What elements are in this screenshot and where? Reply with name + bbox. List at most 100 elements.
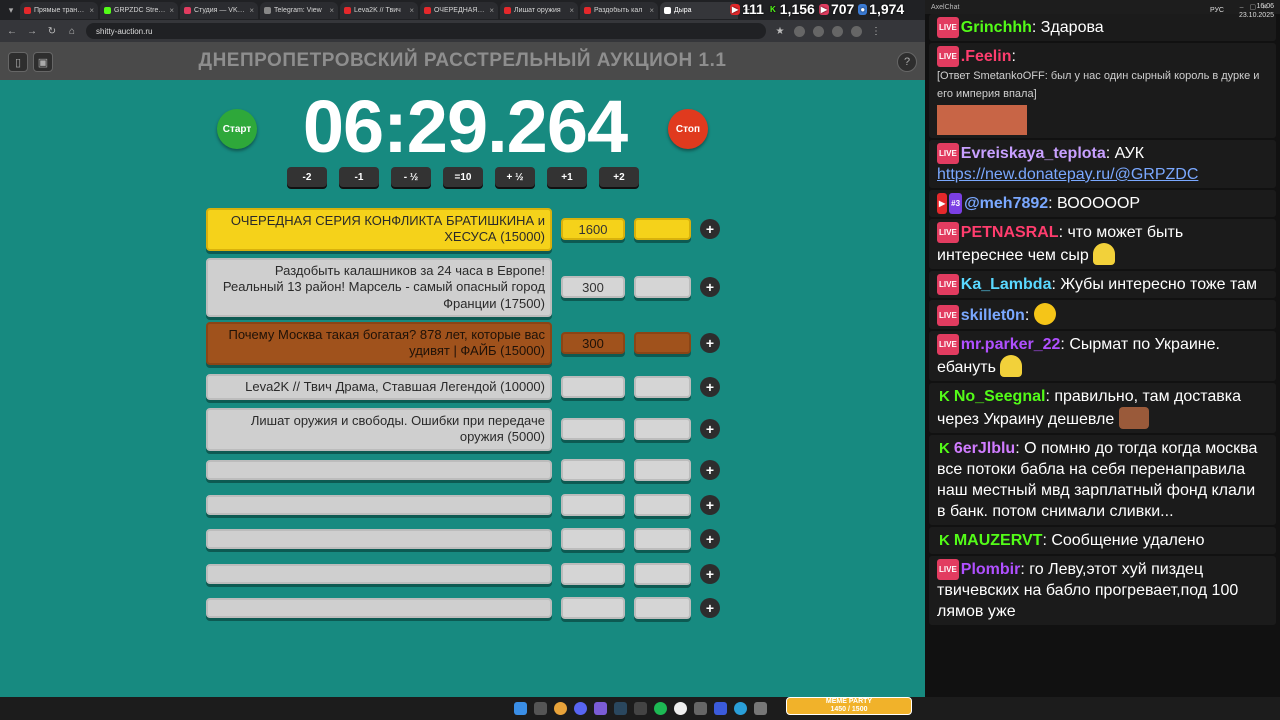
lot-add-amount-field[interactable] [634, 418, 691, 441]
add-amount-button[interactable]: + [700, 277, 720, 298]
tab-close-icon[interactable]: × [489, 6, 494, 15]
chat-nickname[interactable]: No_Seegnal [954, 388, 1046, 405]
discord-icon[interactable] [573, 702, 587, 715]
browser-tab[interactable]: GRPZDC Stream × [100, 1, 178, 19]
chat-nickname[interactable]: Evreiskaya_teplota [961, 145, 1106, 162]
lot-name-field[interactable]: ОЧЕРЕДНАЯ СЕРИЯ КОНФЛИКТА БРАТИШКИНА и Х… [206, 208, 552, 251]
lot-add-amount-field[interactable] [634, 563, 691, 585]
lot-name-field[interactable]: Раздобыть калашников за 24 часа в Европе… [206, 258, 552, 317]
lot-add-amount-field[interactable] [634, 276, 691, 299]
chat-nickname[interactable]: mr.parker_22 [961, 336, 1061, 353]
lot-amount-field[interactable] [561, 528, 625, 550]
steam-icon[interactable] [613, 702, 627, 715]
add-amount-button[interactable]: + [700, 529, 720, 549]
lot-name-field[interactable]: Почему Москва такая богатая? 878 лет, ко… [206, 322, 552, 365]
add-amount-button[interactable]: + [700, 598, 720, 618]
language-indicator[interactable]: РУС [1210, 7, 1224, 14]
add-amount-button[interactable]: + [700, 460, 720, 480]
time-step-button[interactable]: - ½ [391, 167, 431, 187]
lot-add-amount-field[interactable] [634, 494, 691, 516]
add-amount-button[interactable]: + [700, 419, 720, 440]
lot-amount-field[interactable] [561, 563, 625, 585]
chat-nickname[interactable]: PETNASRAL [961, 224, 1059, 241]
add-amount-button[interactable]: + [700, 564, 720, 584]
lot-name-field[interactable] [206, 495, 552, 515]
time-step-button[interactable]: -1 [339, 167, 379, 187]
add-amount-button[interactable]: + [700, 219, 720, 240]
chat-nickname[interactable]: Plombir [961, 561, 1021, 578]
chat-link[interactable]: https://new.donatepay.ru/@GRPZDC [937, 164, 1268, 185]
lot-amount-field[interactable] [561, 494, 625, 516]
lot-add-amount-field[interactable] [634, 218, 691, 241]
lot-amount-field[interactable]: 300 [561, 276, 625, 299]
back-icon[interactable]: ← [6, 26, 18, 37]
chat-nickname[interactable]: Grinchhh [961, 19, 1032, 36]
chat-nickname[interactable]: 6erJlblu [954, 440, 1015, 457]
time-step-button[interactable]: +1 [547, 167, 587, 187]
lot-amount-field[interactable] [561, 459, 625, 481]
time-step-button[interactable]: =10 [443, 167, 483, 187]
lot-amount-field[interactable]: 1600 [561, 218, 625, 241]
chrome-icon[interactable] [553, 702, 567, 715]
lot-amount-field[interactable]: 300 [561, 332, 625, 355]
browser-tab[interactable]: ОЧЕРЕДНАЯ СЕ × [420, 1, 498, 19]
extension-icon[interactable] [813, 25, 824, 37]
lot-name-field[interactable] [206, 460, 552, 480]
spotify-icon[interactable] [653, 702, 667, 715]
reload-icon[interactable]: ↻ [46, 26, 58, 37]
browser-tab[interactable]: Лишат оружия × [500, 1, 578, 19]
lot-name-field[interactable] [206, 598, 552, 618]
bookmark-star-icon[interactable]: ★ [774, 26, 786, 37]
tab-close-icon[interactable]: × [329, 6, 334, 15]
home-icon[interactable]: ⌂ [66, 26, 78, 37]
time-step-button[interactable]: +2 [599, 167, 639, 187]
extension-icon[interactable] [794, 25, 805, 37]
extension-icon[interactable] [832, 25, 843, 37]
app-icon[interactable] [713, 702, 727, 715]
telegram-icon[interactable] [733, 702, 747, 715]
start-button[interactable]: Старт [217, 109, 257, 149]
browser-tab[interactable]: Leva2K // Твич × [340, 1, 418, 19]
lot-name-field[interactable]: Leva2K // Твич Драма, Ставшая Легендой (… [206, 374, 552, 401]
clock[interactable]: 16:06 23.10.2025 [1239, 2, 1274, 20]
tab-close-icon[interactable]: × [409, 6, 414, 15]
time-step-button[interactable]: + ½ [495, 167, 535, 187]
browser-tab[interactable]: Telegram: View × [260, 1, 338, 19]
app-icon[interactable] [693, 702, 707, 715]
url-field[interactable]: shitty-auction.ru [86, 23, 766, 39]
time-step-button[interactable]: -2 [287, 167, 327, 187]
lot-add-amount-field[interactable] [634, 528, 691, 550]
windows-start-icon[interactable] [513, 702, 527, 715]
lot-add-amount-field[interactable] [634, 376, 691, 399]
forward-icon[interactable]: → [26, 26, 38, 37]
chat-nickname[interactable]: .Feelin [961, 48, 1012, 65]
browser-tab[interactable]: Дыра× [660, 1, 738, 19]
lot-amount-field[interactable] [561, 418, 625, 441]
browser-tab[interactable]: Студия — VK Ви × [180, 1, 258, 19]
search-icon[interactable] [533, 702, 547, 715]
tab-close-icon[interactable]: × [89, 6, 94, 15]
stop-button[interactable]: Стоп [668, 109, 708, 149]
tab-search-icon[interactable]: ▾ [4, 3, 18, 17]
help-icon[interactable]: ? [897, 52, 917, 72]
chat-nickname[interactable]: MAUZERVT [954, 532, 1043, 549]
lot-add-amount-field[interactable] [634, 459, 691, 481]
tab-close-icon[interactable]: × [649, 6, 654, 15]
chat-nickname[interactable]: Ka_Lambda [961, 276, 1052, 293]
add-amount-button[interactable]: + [700, 333, 720, 354]
lot-add-amount-field[interactable] [634, 597, 691, 619]
app-icon[interactable] [633, 702, 647, 715]
browser-tab[interactable]: Прямые трансля × [20, 1, 98, 19]
lot-name-field[interactable]: Лишат оружия и свободы. Ошибки при перед… [206, 408, 552, 451]
obs-icon[interactable] [673, 702, 687, 715]
add-amount-button[interactable]: + [700, 377, 720, 398]
lot-name-field[interactable] [206, 564, 552, 584]
lot-name-field[interactable] [206, 529, 552, 549]
app-icon[interactable] [753, 702, 767, 715]
add-amount-button[interactable]: + [700, 495, 720, 515]
lot-amount-field[interactable] [561, 376, 625, 399]
chat-nickname[interactable]: skillet0n [961, 307, 1025, 324]
lot-amount-field[interactable] [561, 597, 625, 619]
menu-icon[interactable]: ⋮ [870, 26, 882, 37]
browser-tab[interactable]: Раздобыть кал × [580, 1, 658, 19]
